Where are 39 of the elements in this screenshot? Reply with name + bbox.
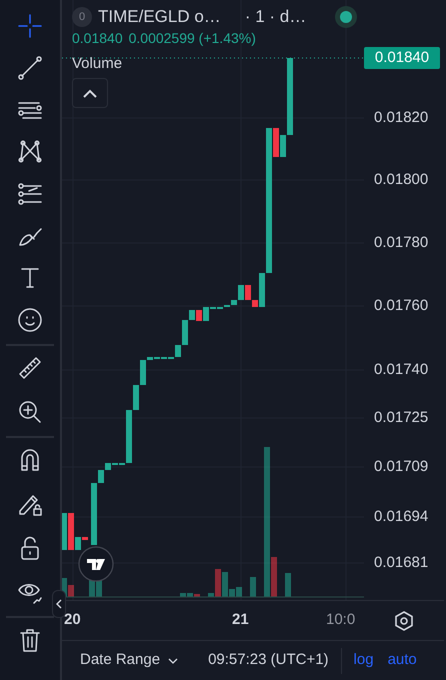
interval-label: · 1 · d… — [244, 6, 306, 28]
price-label: 0.01681 — [374, 552, 428, 573]
emoji-icon — [17, 307, 43, 333]
logo-icon[interactable] — [78, 546, 114, 582]
chevron-down-icon — [168, 658, 178, 664]
chevron-up-icon — [83, 88, 97, 98]
date-range-dropdown[interactable]: Date Range — [80, 649, 178, 672]
time-label: 21 — [232, 610, 249, 630]
price-change: 0.0002599 (+1.43%) — [128, 28, 256, 48]
zoom-in-icon — [17, 399, 43, 425]
volume-bar — [285, 573, 291, 597]
symbol-title[interactable]: TIME/EGLD o… — [98, 4, 221, 30]
settings-icon[interactable] — [393, 610, 415, 632]
ruler-icon — [17, 355, 43, 381]
price-label: 0.01709 — [374, 456, 428, 477]
pattern-icon — [17, 139, 43, 165]
volume-bar — [250, 577, 256, 597]
scale-toggle[interactable]: log — [354, 649, 374, 672]
scale-toggle[interactable]: auto — [388, 649, 417, 672]
trend-line-icon — [17, 55, 43, 81]
price-label: 0.01780 — [374, 232, 428, 253]
last-price: 0.01840 — [72, 28, 123, 48]
price-label: 0.01694 — [374, 506, 428, 527]
chevron-left-icon — [56, 599, 62, 609]
crosshair-icon — [17, 13, 43, 39]
price-label: 0.01725 — [374, 408, 428, 428]
price-label: 0.01760 — [374, 296, 428, 316]
collapse-button[interactable] — [72, 78, 108, 108]
time-label: 20 — [64, 610, 81, 630]
price-label: 0.01820 — [374, 108, 428, 128]
clock-text[interactable]: 09:57:23 (UTC+1) — [208, 649, 329, 672]
time-label: 10:0 — [326, 610, 356, 630]
indicator-label: Volume — [72, 56, 122, 72]
last-price-tag: 0.01840 — [364, 47, 440, 69]
fibonacci-icon — [17, 181, 43, 207]
price-label: 0.01740 — [374, 360, 428, 380]
price-label: 0.01800 — [374, 170, 428, 190]
collapse-handle[interactable] — [52, 590, 66, 618]
count-badge: 0 — [72, 6, 92, 27]
